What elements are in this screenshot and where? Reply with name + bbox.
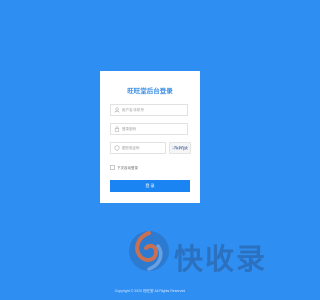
login-title: 旺旺堂后台登录 [127, 88, 173, 95]
shield-icon [114, 145, 120, 151]
watermark-text: 快收录 [174, 244, 268, 276]
lock-icon [114, 126, 120, 132]
login-button[interactable]: 登 录 [110, 180, 190, 192]
remember-label: 下次自动登录 [117, 165, 138, 170]
password-placeholder: 登录密码 [122, 127, 136, 131]
footer-copyright: Copyright © 2020 旺旺堂 All Rights Reserved [114, 289, 186, 293]
swirl-logo-icon [129, 231, 169, 271]
captcha-placeholder: 图形验证码 [122, 146, 140, 150]
user-icon [114, 107, 120, 113]
remember-checkbox[interactable] [110, 165, 115, 170]
captcha-field[interactable]: 图形验证码 [110, 142, 166, 154]
login-card: 旺旺堂后台登录 用户名/手机号 登录密码 图形验证码 7kWpk 下次自动登录 … [100, 71, 200, 203]
captcha-text: 7kWpk [173, 146, 188, 151]
username-field[interactable]: 用户名/手机号 [110, 104, 188, 116]
username-placeholder: 用户名/手机号 [122, 108, 144, 112]
captcha-image[interactable]: 7kWpk [169, 142, 191, 154]
watermark: 快收录 [126, 228, 288, 290]
password-field[interactable]: 登录密码 [110, 123, 188, 135]
